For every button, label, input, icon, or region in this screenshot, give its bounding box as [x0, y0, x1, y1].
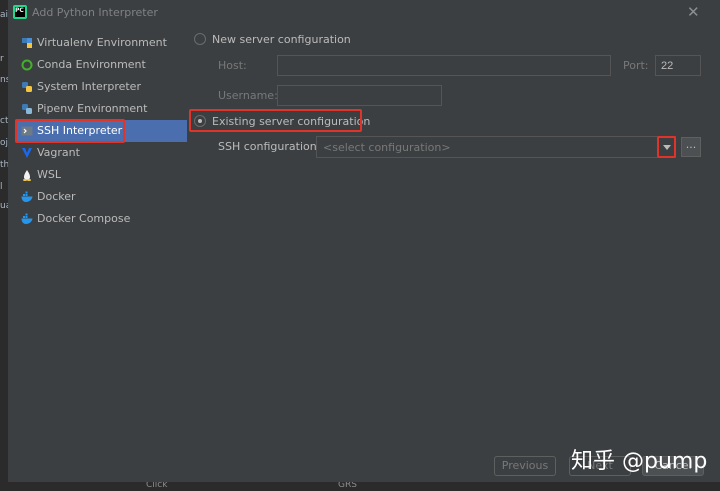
username-label: Username:: [218, 89, 278, 102]
sidebar-item-label: System Interpreter: [37, 80, 141, 93]
sidebar-item-wsl[interactable]: WSL: [16, 164, 187, 186]
sidebar-item-label: Virtualenv Environment: [37, 36, 167, 49]
previous-button[interactable]: Previous: [494, 456, 556, 476]
sidebar-item-label: Docker Compose: [37, 212, 131, 225]
ide-fragment: r: [0, 54, 4, 64]
pycharm-icon: PC: [13, 5, 27, 19]
ide-fragment: ns: [0, 75, 8, 85]
browse-configurations-button[interactable]: ...: [681, 137, 701, 157]
host-label: Host:: [218, 59, 247, 72]
highlight-box-existing-server: [189, 109, 362, 132]
sidebar-item-label: WSL: [37, 168, 61, 181]
docker-compose-icon: [21, 213, 33, 224]
dialog-title: Add Python Interpreter: [32, 6, 158, 19]
port-input[interactable]: [655, 55, 701, 76]
ssh-configuration-label: SSH configuration:: [218, 140, 321, 153]
ide-bottom-strip: Click GRS: [0, 480, 720, 491]
sidebar-item-pipenv[interactable]: Pipenv Environment: [16, 98, 187, 120]
highlight-box-ssh-interpreter: [15, 119, 125, 143]
ide-fragment: ai: [0, 10, 8, 20]
ide-background-strip: ai r ns ct oj th l ua: [0, 0, 8, 491]
sidebar-item-system-interpreter[interactable]: System Interpreter: [16, 76, 187, 98]
sidebar-item-docker[interactable]: Docker: [16, 186, 187, 208]
docker-icon: [21, 191, 33, 202]
highlight-box-dropdown-arrow: [657, 136, 676, 158]
sidebar-item-label: Conda Environment: [37, 58, 146, 71]
wsl-icon: [23, 170, 31, 181]
sidebar-item-conda[interactable]: Conda Environment: [16, 54, 187, 76]
sidebar-item-docker-compose[interactable]: Docker Compose: [16, 208, 187, 230]
ide-fragment: ct: [0, 116, 8, 126]
sidebar-item-virtualenv[interactable]: Virtualenv Environment: [16, 32, 187, 54]
pipenv-icon: [22, 104, 32, 114]
sidebar-item-label: Docker: [37, 190, 76, 203]
ssh-configuration-dropdown[interactable]: <select configuration>: [316, 136, 676, 158]
new-server-radio[interactable]: [194, 33, 206, 45]
new-server-label: New server configuration: [212, 33, 351, 46]
ide-fragment: ua: [0, 201, 8, 211]
dialog-titlebar: PC Add Python Interpreter ✕: [8, 0, 720, 25]
sidebar-item-vagrant[interactable]: Vagrant: [16, 142, 187, 164]
zhihu-watermark: 知乎 @pump: [571, 449, 708, 474]
conda-icon: [21, 59, 33, 71]
virtualenv-icon: [22, 38, 32, 48]
python-icon: [22, 82, 32, 92]
add-python-interpreter-dialog: PC Add Python Interpreter ✕ Virtualenv E…: [8, 0, 720, 482]
sidebar-item-label: Pipenv Environment: [37, 102, 148, 115]
sidebar-item-label: Vagrant: [37, 146, 80, 159]
close-icon[interactable]: ✕: [687, 3, 700, 21]
ide-fragment: th: [0, 160, 8, 170]
host-input[interactable]: [277, 55, 611, 76]
ide-fragment: oj: [0, 138, 8, 148]
ide-fragment: l: [0, 182, 3, 192]
username-input[interactable]: [277, 85, 442, 106]
vagrant-icon: [22, 148, 32, 158]
port-label: Port:: [623, 59, 649, 72]
ssh-configuration-placeholder: <select configuration>: [323, 141, 451, 154]
